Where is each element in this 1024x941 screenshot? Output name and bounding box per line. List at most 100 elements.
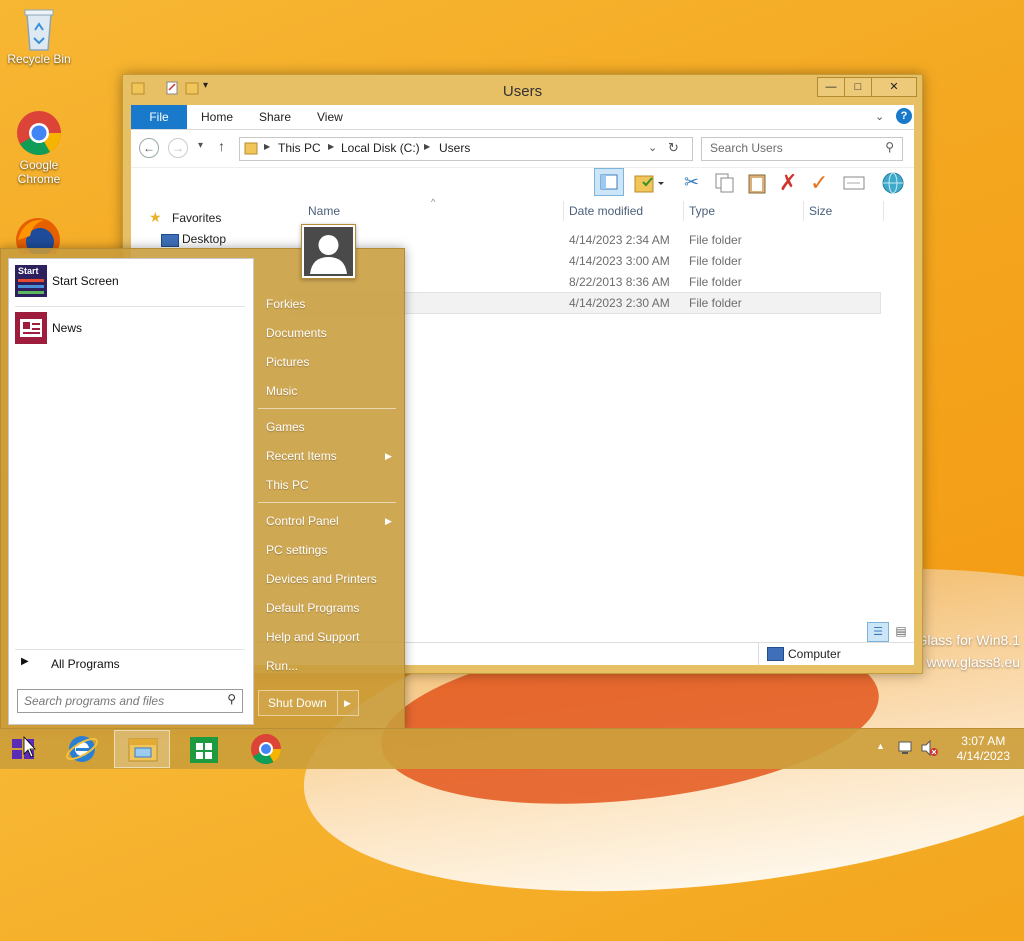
chrome-label-line1: Google [19,158,59,172]
up-button[interactable]: ↑ [218,138,225,154]
shutdown-options-arrow-icon[interactable]: ▶ [344,691,351,715]
expand-ribbon-icon[interactable]: ⌄ [875,110,884,123]
back-button[interactable]: ← [139,138,159,158]
sort-arrow-icon: ^ [431,197,436,207]
column-divider [563,201,564,221]
start-search-input[interactable]: Search programs and files ⚲ [17,689,243,713]
file-date: 8/22/2013 8:36 AM [569,275,670,289]
clock-date: 4/14/2023 [956,749,1010,763]
column-type[interactable]: Type [689,201,715,221]
preview-pane-button[interactable] [594,168,624,196]
search-input[interactable]: Search Users ⚲ [701,137,903,161]
large-icons-view-button[interactable]: ▤ [891,622,911,640]
file-type: File folder [689,233,742,247]
computer-icon [767,647,784,661]
all-programs-arrow-icon: ▶ [21,656,29,667]
address-dropdown-icon[interactable]: ⌄ [648,141,657,154]
minimize-button[interactable]: — [817,77,845,97]
nav-desktop[interactable]: Desktop [182,232,226,246]
start-item-documents[interactable]: Documents [266,323,327,343]
window-titlebar[interactable]: ▾ Users — □ ✕ [123,75,922,105]
favorites-star-icon: ★ [149,209,162,225]
ribbon-tabs: File Home Share View ⌄ ? [131,105,914,129]
delete-icon[interactable]: ✗ [779,170,797,196]
column-name[interactable]: Name [308,201,340,221]
copy-icon[interactable] [713,172,735,197]
paste-icon[interactable] [746,172,768,197]
breadcrumb-users[interactable]: Users [439,141,470,155]
start-item-forkies[interactable]: Forkies [266,294,305,314]
start-item-control-panel[interactable]: Control Panel [266,511,339,531]
all-programs-link[interactable]: All Programs [51,657,120,671]
taskbar: ▲ 3:07 AM 4/14/2023 [0,728,1024,769]
start-item-pc-settings[interactable]: PC settings [266,540,327,560]
breadcrumb-local-disk[interactable]: Local Disk (C:) [341,141,420,155]
tab-home[interactable]: Home [187,105,247,129]
cut-icon[interactable]: ✂ [684,172,699,193]
network-icon[interactable] [897,739,915,760]
recycle-bin-icon [22,6,56,51]
chrome-desktop-icon[interactable]: Google Chrome [4,110,74,186]
start-screen-tile-icon: Start [15,265,47,297]
user-account-picture[interactable] [301,224,356,279]
start-item-games[interactable]: Games [266,417,305,437]
rename-icon[interactable] [843,174,867,195]
address-bar[interactable]: ▶ This PC ▶ Local Disk (C:) ▶ Users ⌄ ↻ [239,137,693,161]
start-item-recent-items[interactable]: Recent Items [266,446,337,466]
recycle-bin-desktop-icon[interactable]: Recycle Bin [4,6,74,66]
table-row[interactable]: es 4/14/2023 2:34 AM File folder [291,230,879,250]
pinned-label: Start Screen [52,274,119,288]
divider [15,306,245,307]
chrome-label-line2: Chrome [17,172,61,186]
system-clock[interactable]: 3:07 AM 4/14/2023 [957,734,1010,764]
start-menu-programs-pane: Start Start Screen News ▶ All Programs S… [8,258,254,725]
recycle-bin-label: Recycle Bin [7,52,71,66]
file-explorer-taskbar-icon[interactable] [114,730,170,768]
start-separator [258,502,396,503]
folder-options-icon[interactable] [634,172,664,197]
forward-button[interactable]: → [168,138,188,158]
tab-file[interactable]: File [131,105,187,129]
globe-icon[interactable] [881,171,905,198]
search-icon[interactable]: ⚲ [227,692,236,706]
tab-view[interactable]: View [303,105,357,129]
start-item-run[interactable]: Run... [266,656,298,676]
breadcrumb-this-pc[interactable]: This PC [278,141,321,155]
shutdown-button[interactable]: Shut Down ▶ [258,690,359,716]
divider [15,649,245,650]
start-item-devices-printers[interactable]: Devices and Printers [266,569,377,589]
start-separator [258,408,396,409]
start-item-help-support[interactable]: Help and Support [266,627,359,647]
column-size[interactable]: Size [809,201,832,221]
internet-explorer-taskbar-icon[interactable] [54,730,110,768]
volume-muted-icon[interactable] [920,739,938,760]
start-item-music[interactable]: Music [266,381,297,401]
start-button[interactable] [0,730,48,768]
start-item-default-programs[interactable]: Default Programs [266,598,359,618]
navigation-bar: ← → ▾ ↑ ▶ This PC ▶ Local Disk (C:) ▶ Us… [131,129,914,168]
start-item-this-pc[interactable]: This PC [266,475,309,495]
tab-share[interactable]: Share [245,105,305,129]
refresh-icon[interactable]: ↻ [668,140,679,156]
column-date-modified[interactable]: Date modified [569,201,643,221]
start-item-pictures[interactable]: Pictures [266,352,309,372]
file-date: 4/14/2023 2:34 AM [569,233,670,247]
select-all-icon[interactable]: ✓ [810,170,828,196]
search-icon[interactable]: ⚲ [885,140,894,154]
maximize-button[interactable]: □ [844,77,872,97]
store-taskbar-icon[interactable] [176,730,232,768]
column-divider [683,201,684,221]
recent-locations-dropdown-icon[interactable]: ▾ [198,140,203,151]
breadcrumb-chevron-icon: ▶ [328,142,335,151]
details-view-button[interactable]: ☰ [867,622,889,642]
clock-time: 3:07 AM [961,734,1006,748]
nav-favorites[interactable]: Favorites [172,211,221,225]
shutdown-label: Shut Down [268,696,327,710]
help-icon[interactable]: ? [896,108,912,124]
submenu-arrow-icon: ▶ [385,451,392,461]
desktop-folder-icon [161,234,179,247]
breadcrumb-chevron-icon: ▶ [264,142,271,151]
show-hidden-icons-icon[interactable]: ▲ [876,741,885,751]
chrome-taskbar-icon[interactable] [238,730,294,768]
close-button[interactable]: ✕ [871,77,917,97]
